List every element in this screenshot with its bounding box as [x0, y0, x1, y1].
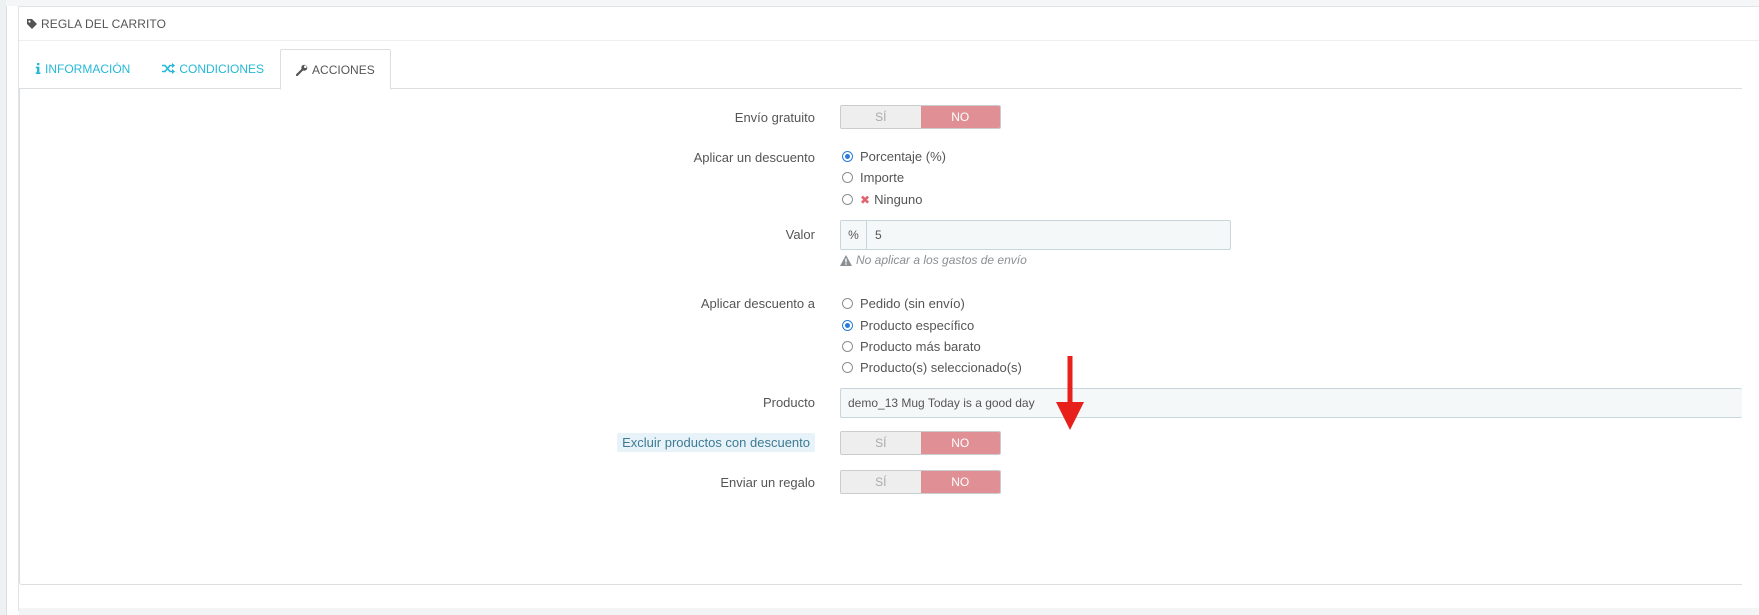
actions-tab-content: Envío gratuito SÍ NO Aplicar un descuent… [19, 88, 1742, 585]
send-gift-switch[interactable]: SÍ NO [840, 470, 1001, 494]
radio-label: Ninguno [874, 192, 923, 207]
annotation-arrow-icon [1056, 356, 1084, 430]
free-shipping-no[interactable]: NO [920, 106, 1000, 128]
send-gift-no[interactable]: NO [920, 471, 1000, 493]
send-gift-label-col: Enviar un regalo [20, 475, 815, 493]
exclude-discounted-label-col: Excluir productos con descuento [20, 433, 815, 455]
value-label: Valor [785, 227, 815, 242]
apply-discount-label-col: Aplicar un descuento [20, 150, 815, 168]
radio-button[interactable] [842, 194, 853, 205]
product-label-col: Producto [20, 395, 815, 413]
value-label-col: Valor [20, 227, 815, 245]
exclude-discounted-switch[interactable]: SÍ NO [840, 431, 1001, 455]
tab-bar: INFORMACIÓN CONDICIONES ACCIONES [19, 49, 391, 90]
apply-to-selected-products[interactable]: Producto(s) seleccionado(s) [842, 360, 1022, 375]
product-label: Producto [762, 395, 815, 410]
tag-icon [26, 18, 38, 30]
tab-acciones[interactable]: ACCIONES [280, 49, 391, 90]
radio-label: Producto específico [860, 318, 975, 333]
apply-to-label: Aplicar descuento a [700, 296, 815, 311]
product-input-group[interactable]: demo_13 Mug Today is a good day [840, 388, 1742, 418]
value-help-text: No aplicar a los gastos de envío [840, 253, 1027, 267]
percent-addon: % [841, 221, 867, 249]
tab-informacion[interactable]: INFORMACIÓN [19, 49, 146, 87]
radio-label: Importe [860, 170, 905, 185]
radio-button[interactable] [842, 362, 853, 373]
value-input-group[interactable]: % 5 [840, 220, 1231, 250]
radio-label: Pedido (sin envío) [860, 296, 965, 311]
radio-button[interactable] [842, 298, 853, 309]
info-icon [35, 63, 41, 74]
radio-label: Producto más barato [860, 339, 981, 354]
value-input[interactable]: 5 [867, 221, 1230, 249]
bottom-strip [19, 608, 1759, 615]
apply-discount-label: Aplicar un descuento [693, 150, 815, 165]
product-input[interactable]: demo_13 Mug Today is a good day [841, 389, 1742, 417]
help-label: No aplicar a los gastos de envío [856, 253, 1027, 267]
radio-button[interactable] [842, 341, 853, 352]
exclude-discounted-no[interactable]: NO [920, 432, 1000, 454]
apply-to-label-col: Aplicar descuento a [20, 296, 815, 314]
radio-button[interactable] [842, 172, 853, 183]
send-gift-yes[interactable]: SÍ [841, 471, 921, 493]
left-edge [0, 0, 7, 615]
wrench-icon [296, 64, 308, 76]
apply-to-order[interactable]: Pedido (sin envío) [842, 296, 965, 311]
discount-option-none[interactable]: ✖ Ninguno [842, 192, 923, 207]
shuffle-icon [162, 63, 176, 74]
send-gift-label: Enviar un regalo [720, 475, 815, 490]
exclude-discounted-label: Excluir productos con descuento [617, 433, 815, 452]
free-shipping-label-col: Envío gratuito [20, 110, 815, 128]
free-shipping-switch[interactable]: SÍ NO [840, 105, 1001, 129]
tab-condiciones[interactable]: CONDICIONES [146, 49, 280, 87]
radio-label: Porcentaje (%) [860, 149, 946, 164]
radio-button[interactable] [842, 151, 853, 162]
exclude-discounted-yes[interactable]: SÍ [841, 432, 921, 454]
tab-label: CONDICIONES [179, 61, 265, 76]
warning-icon [840, 254, 852, 266]
apply-to-cheapest-product[interactable]: Producto más barato [842, 339, 981, 354]
free-shipping-label: Envío gratuito [734, 110, 815, 125]
close-icon: ✖ [860, 192, 871, 207]
free-shipping-yes[interactable]: SÍ [841, 106, 921, 128]
radio-button[interactable] [842, 320, 853, 331]
discount-option-amount[interactable]: Importe [842, 170, 904, 185]
radio-label: Producto(s) seleccionado(s) [860, 360, 1022, 375]
apply-to-specific-product[interactable]: Producto específico [842, 318, 974, 333]
panel-heading: REGLA DEL CARRITO [19, 7, 1759, 41]
panel-title: REGLA DEL CARRITO [41, 16, 167, 31]
discount-option-percentage[interactable]: Porcentaje (%) [842, 149, 946, 164]
tab-label: ACCIONES [312, 62, 375, 77]
tab-label: INFORMACIÓN [45, 61, 131, 76]
